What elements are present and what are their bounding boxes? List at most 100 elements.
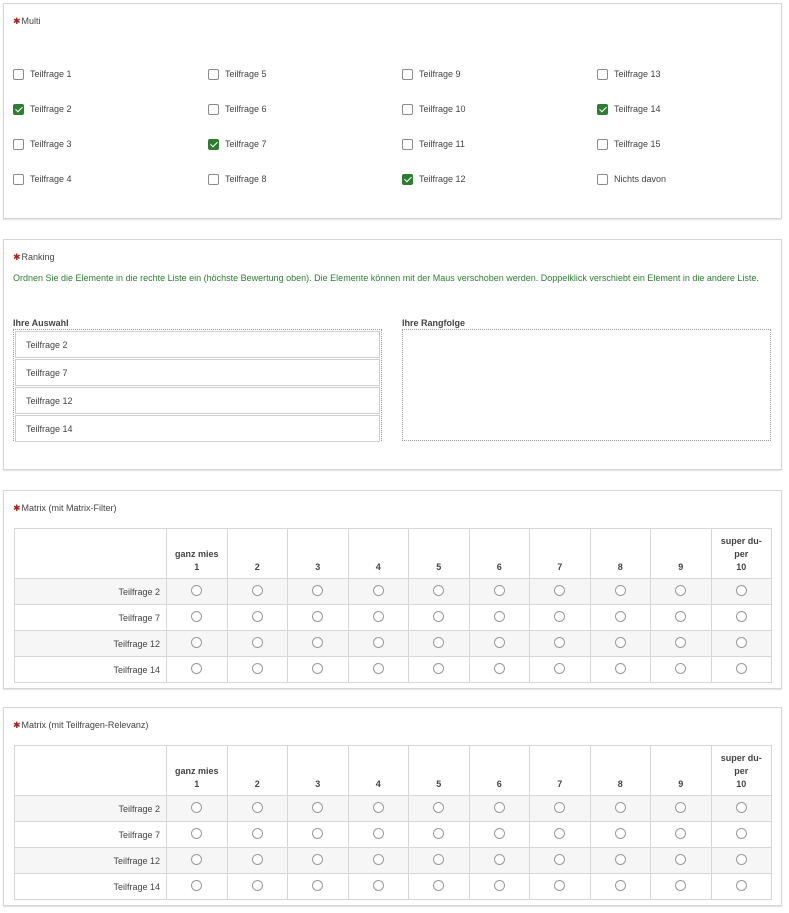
radio-button[interactable] <box>554 802 566 813</box>
radio-button[interactable] <box>675 637 687 648</box>
radio-button[interactable] <box>493 637 505 648</box>
radio-button[interactable] <box>433 611 445 622</box>
radio-button[interactable] <box>372 880 384 891</box>
checkbox[interactable] <box>402 103 413 115</box>
radio-button[interactable] <box>191 663 203 674</box>
radio-button[interactable] <box>191 585 203 596</box>
radio-button[interactable] <box>675 880 687 891</box>
radio-button[interactable] <box>372 828 384 839</box>
radio-button[interactable] <box>735 637 747 648</box>
radio-button[interactable] <box>312 854 324 865</box>
radio-button[interactable] <box>251 828 263 839</box>
radio-button[interactable] <box>372 637 384 648</box>
radio-button[interactable] <box>433 854 445 865</box>
radio-button[interactable] <box>735 802 747 813</box>
radio-button[interactable] <box>312 611 324 622</box>
radio-button[interactable] <box>614 663 626 674</box>
multi-option[interactable]: Teilfrage 9 <box>402 68 461 80</box>
ranking-item[interactable]: Teilfrage 14 <box>15 415 380 442</box>
radio-button[interactable] <box>614 854 626 865</box>
radio-button[interactable] <box>191 637 203 648</box>
radio-button[interactable] <box>554 880 566 891</box>
radio-button[interactable] <box>493 585 505 596</box>
radio-button[interactable] <box>372 802 384 813</box>
radio-button[interactable] <box>251 854 263 865</box>
radio-button[interactable] <box>251 802 263 813</box>
multi-option[interactable]: Teilfrage 11 <box>402 138 465 150</box>
radio-button[interactable] <box>735 611 747 622</box>
radio-button[interactable] <box>251 663 263 674</box>
multi-option[interactable]: Teilfrage 14 <box>597 103 661 115</box>
checkbox[interactable] <box>402 138 413 150</box>
radio-button[interactable] <box>191 611 203 622</box>
radio-button[interactable] <box>675 585 687 596</box>
ranking-target-list[interactable] <box>402 329 771 441</box>
radio-button[interactable] <box>251 611 263 622</box>
multi-option[interactable]: Teilfrage 7 <box>208 138 267 150</box>
radio-button[interactable] <box>614 828 626 839</box>
radio-button[interactable] <box>433 585 445 596</box>
radio-button[interactable] <box>675 854 687 865</box>
radio-button[interactable] <box>735 828 747 839</box>
radio-button[interactable] <box>614 585 626 596</box>
radio-button[interactable] <box>554 828 566 839</box>
multi-option[interactable]: Teilfrage 3 <box>13 138 72 150</box>
radio-button[interactable] <box>493 854 505 865</box>
ranking-source-list[interactable]: Teilfrage 2 Teilfrage 7 Teilfrage 12 Teilfr… <box>13 329 382 442</box>
checkbox[interactable] <box>597 173 608 185</box>
radio-button[interactable] <box>372 854 384 865</box>
radio-button[interactable] <box>675 828 687 839</box>
radio-button[interactable] <box>191 854 203 865</box>
radio-button[interactable] <box>433 880 445 891</box>
multi-option[interactable]: Teilfrage 13 <box>597 68 661 80</box>
multi-option[interactable]: Nichts davon <box>597 173 666 185</box>
multi-option[interactable]: Teilfrage 2 <box>13 103 72 115</box>
radio-button[interactable] <box>614 637 626 648</box>
radio-button[interactable] <box>675 802 687 813</box>
multi-option[interactable]: Teilfrage 5 <box>208 68 267 80</box>
multi-option[interactable]: Teilfrage 4 <box>13 173 72 185</box>
checkbox[interactable] <box>208 138 219 150</box>
radio-button[interactable] <box>433 637 445 648</box>
radio-button[interactable] <box>251 585 263 596</box>
radio-button[interactable] <box>433 663 445 674</box>
radio-button[interactable] <box>191 802 203 813</box>
radio-button[interactable] <box>554 611 566 622</box>
radio-button[interactable] <box>735 854 747 865</box>
checkbox[interactable] <box>597 138 608 150</box>
checkbox[interactable] <box>208 68 219 80</box>
radio-button[interactable] <box>614 802 626 813</box>
checkbox[interactable] <box>13 68 24 80</box>
radio-button[interactable] <box>312 663 324 674</box>
radio-button[interactable] <box>191 880 203 891</box>
radio-button[interactable] <box>312 637 324 648</box>
multi-option[interactable]: Teilfrage 15 <box>597 138 661 150</box>
radio-button[interactable] <box>312 880 324 891</box>
radio-button[interactable] <box>735 880 747 891</box>
checkbox[interactable] <box>13 138 24 150</box>
checkbox[interactable] <box>597 103 608 115</box>
checkbox[interactable] <box>13 173 24 185</box>
checkbox[interactable] <box>208 173 219 185</box>
radio-button[interactable] <box>493 828 505 839</box>
checkbox[interactable] <box>13 103 24 115</box>
radio-button[interactable] <box>675 663 687 674</box>
radio-button[interactable] <box>735 663 747 674</box>
radio-button[interactable] <box>312 828 324 839</box>
radio-button[interactable] <box>735 585 747 596</box>
multi-option[interactable]: Teilfrage 12 <box>402 173 466 185</box>
radio-button[interactable] <box>191 828 203 839</box>
radio-button[interactable] <box>554 637 566 648</box>
radio-button[interactable] <box>251 880 263 891</box>
radio-button[interactable] <box>433 802 445 813</box>
radio-button[interactable] <box>554 854 566 865</box>
radio-button[interactable] <box>433 828 445 839</box>
radio-button[interactable] <box>554 585 566 596</box>
ranking-item[interactable]: Teilfrage 7 <box>15 359 380 386</box>
radio-button[interactable] <box>372 611 384 622</box>
multi-option[interactable]: Teilfrage 1 <box>13 68 72 80</box>
checkbox[interactable] <box>597 68 608 80</box>
checkbox[interactable] <box>208 103 219 115</box>
radio-button[interactable] <box>614 880 626 891</box>
radio-button[interactable] <box>675 611 687 622</box>
